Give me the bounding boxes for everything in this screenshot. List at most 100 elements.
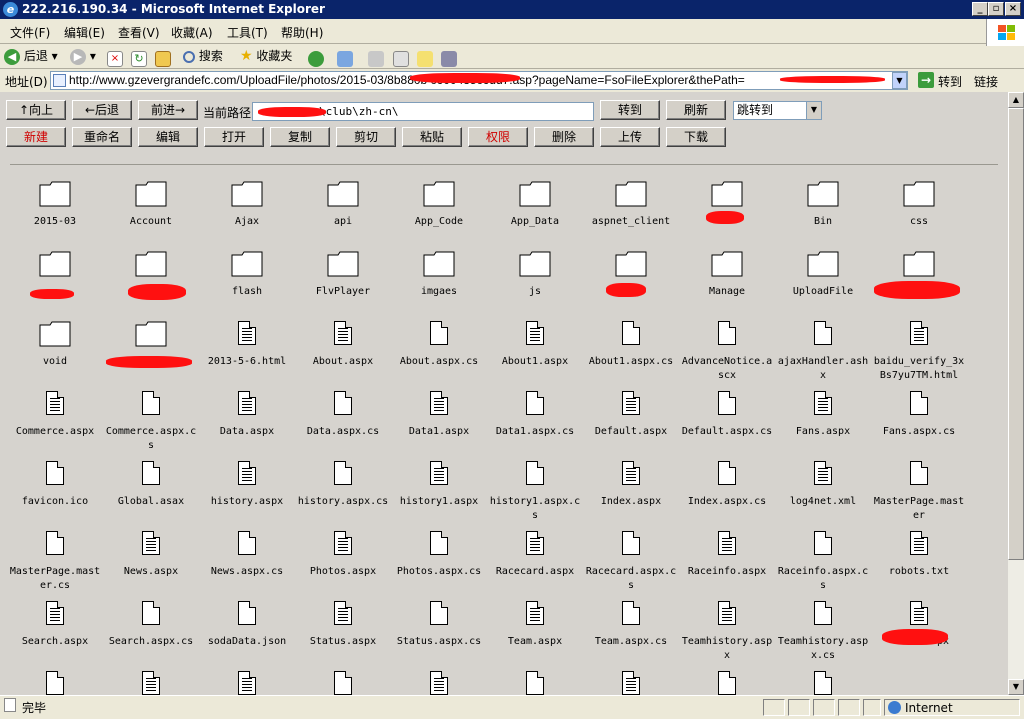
action-button-9[interactable]: 上传 [600,127,660,147]
file-item[interactable]: Teamhistory.aspx.cs [775,601,871,671]
discuss-icon[interactable] [417,51,433,67]
folder-item[interactable]: Ajax [199,181,295,251]
file-item[interactable] [7,671,103,695]
file-item[interactable]: Commerce.aspx [7,391,103,461]
menu-help[interactable]: 帮助(H) [281,24,323,41]
file-item[interactable]: robots.txt [871,531,967,601]
file-item[interactable]: Data1.aspx.cs [487,391,583,461]
file-item[interactable] [391,671,487,695]
file-item[interactable]: Photos.aspx [295,531,391,601]
file-item[interactable]: About1.aspx.cs [583,321,679,391]
scroll-thumb[interactable] [1008,108,1024,560]
file-item[interactable]: Team.aspx.cs [583,601,679,671]
menu-view[interactable]: 查看(V) [118,24,160,41]
file-item[interactable]: About1.aspx [487,321,583,391]
folder-item[interactable]: js [487,251,583,321]
file-item[interactable]: log4net.xml [775,461,871,531]
file-item[interactable]: Team.aspx [487,601,583,671]
folder-item[interactable]: App_Code [391,181,487,251]
file-item[interactable]: News.aspx [103,531,199,601]
file-item[interactable] [199,671,295,695]
folder-item[interactable]: FlvPlayer [295,251,391,321]
file-item[interactable]: Photos.aspx.cs [391,531,487,601]
action-button-4[interactable]: 复制 [270,127,330,147]
file-item[interactable]: Default.aspx.cs [679,391,775,461]
media-icon[interactable] [308,51,324,67]
home-icon[interactable] [155,51,171,67]
folder-item[interactable]: css [871,181,967,251]
file-item[interactable]: Global.asax [103,461,199,531]
file-item[interactable]: Teamhistory.aspx [679,601,775,671]
file-item[interactable]: About.aspx.cs [391,321,487,391]
refresh-icon[interactable]: ↻ [131,51,147,67]
menu-favorites[interactable]: 收藏(A) [171,24,213,41]
file-item[interactable]: Data1.aspx [391,391,487,461]
file-item[interactable]: Fans.aspx [775,391,871,461]
file-item[interactable]: Index.aspx.cs [679,461,775,531]
file-item[interactable]: News.aspx.cs [199,531,295,601]
back-nav-button[interactable]: ←后退 [72,100,132,120]
file-item[interactable]: Raceinfo.aspx.cs [775,531,871,601]
file-item[interactable]: history1.aspx.cs [487,461,583,531]
links-button[interactable]: 链接 [974,73,998,90]
file-item[interactable] [775,671,871,695]
stop-icon[interactable]: × [107,51,123,67]
action-button-0[interactable]: 新建 [6,127,66,147]
address-dropdown-button[interactable]: ▼ [892,72,907,89]
file-item[interactable]: baidu_verify_3xBs7yu7TM.html [871,321,967,391]
file-item[interactable] [487,671,583,695]
refresh-button[interactable]: 刷新 [666,100,726,120]
file-item[interactable]: MasterPage.master.cs [7,531,103,601]
action-button-7[interactable]: 权限 [468,127,528,147]
file-item[interactable]: About.aspx [295,321,391,391]
menu-tools[interactable]: 工具(T) [227,24,268,41]
folder-item[interactable]: Bin [775,181,871,251]
jump-select[interactable]: 跳转到 ▼ [733,101,822,120]
file-item[interactable]: Status.aspx.cs [391,601,487,671]
path-go-button[interactable]: 转到 [600,100,660,120]
file-item[interactable]: Raceinfo.aspx [679,531,775,601]
file-item[interactable]: Data.aspx [199,391,295,461]
action-button-1[interactable]: 重命名 [72,127,132,147]
file-item[interactable] [103,671,199,695]
folder-item[interactable]: Account [103,181,199,251]
messenger-icon[interactable] [441,51,457,67]
file-item[interactable]: Data.aspx.cs [295,391,391,461]
file-item[interactable]: Racecard.aspx [487,531,583,601]
file-item[interactable]: history.aspx [199,461,295,531]
folder-item[interactable]: App_Data [487,181,583,251]
folder-item[interactable]: 2015-03 [7,181,103,251]
menu-edit[interactable]: 编辑(E) [64,24,105,41]
close-button[interactable]: × [1005,2,1021,16]
file-item[interactable]: sodaData.json [199,601,295,671]
file-item[interactable]: MasterPage.master [871,461,967,531]
file-item[interactable]: favicon.ico [7,461,103,531]
menu-file[interactable]: 文件(F) [10,24,50,41]
edit-page-icon[interactable] [393,51,409,67]
folder-item[interactable]: aspnet_client [583,181,679,251]
file-item[interactable]: Status.aspx [295,601,391,671]
file-item[interactable]: Search.aspx [7,601,103,671]
action-button-2[interactable]: 编辑 [138,127,198,147]
file-item[interactable]: AdvanceNotice.ascx [679,321,775,391]
file-item[interactable]: history1.aspx [391,461,487,531]
action-button-8[interactable]: 删除 [534,127,594,147]
file-item[interactable]: 2013-5-6.html [199,321,295,391]
file-item[interactable] [679,671,775,695]
vertical-scrollbar[interactable]: ▲ ▼ [1008,92,1024,695]
file-item[interactable] [583,671,679,695]
folder-item[interactable]: UploadFile [775,251,871,321]
folder-item[interactable] [7,251,103,321]
file-item[interactable]: Default.aspx [583,391,679,461]
action-button-5[interactable]: 剪切 [336,127,396,147]
go-arrow-icon[interactable]: → [918,72,934,88]
file-item[interactable]: Commerce.aspx.cs [103,391,199,461]
file-item[interactable]: history.aspx.cs [295,461,391,531]
folder-item[interactable]: Manage [679,251,775,321]
scroll-up-button[interactable]: ▲ [1008,92,1024,108]
maximize-button[interactable]: ▫ [988,2,1004,16]
folder-item[interactable]: imgaes [391,251,487,321]
forward-nav-button[interactable]: 前进→ [138,100,198,120]
folder-item[interactable]: api [295,181,391,251]
file-item[interactable]: Index.aspx [583,461,679,531]
